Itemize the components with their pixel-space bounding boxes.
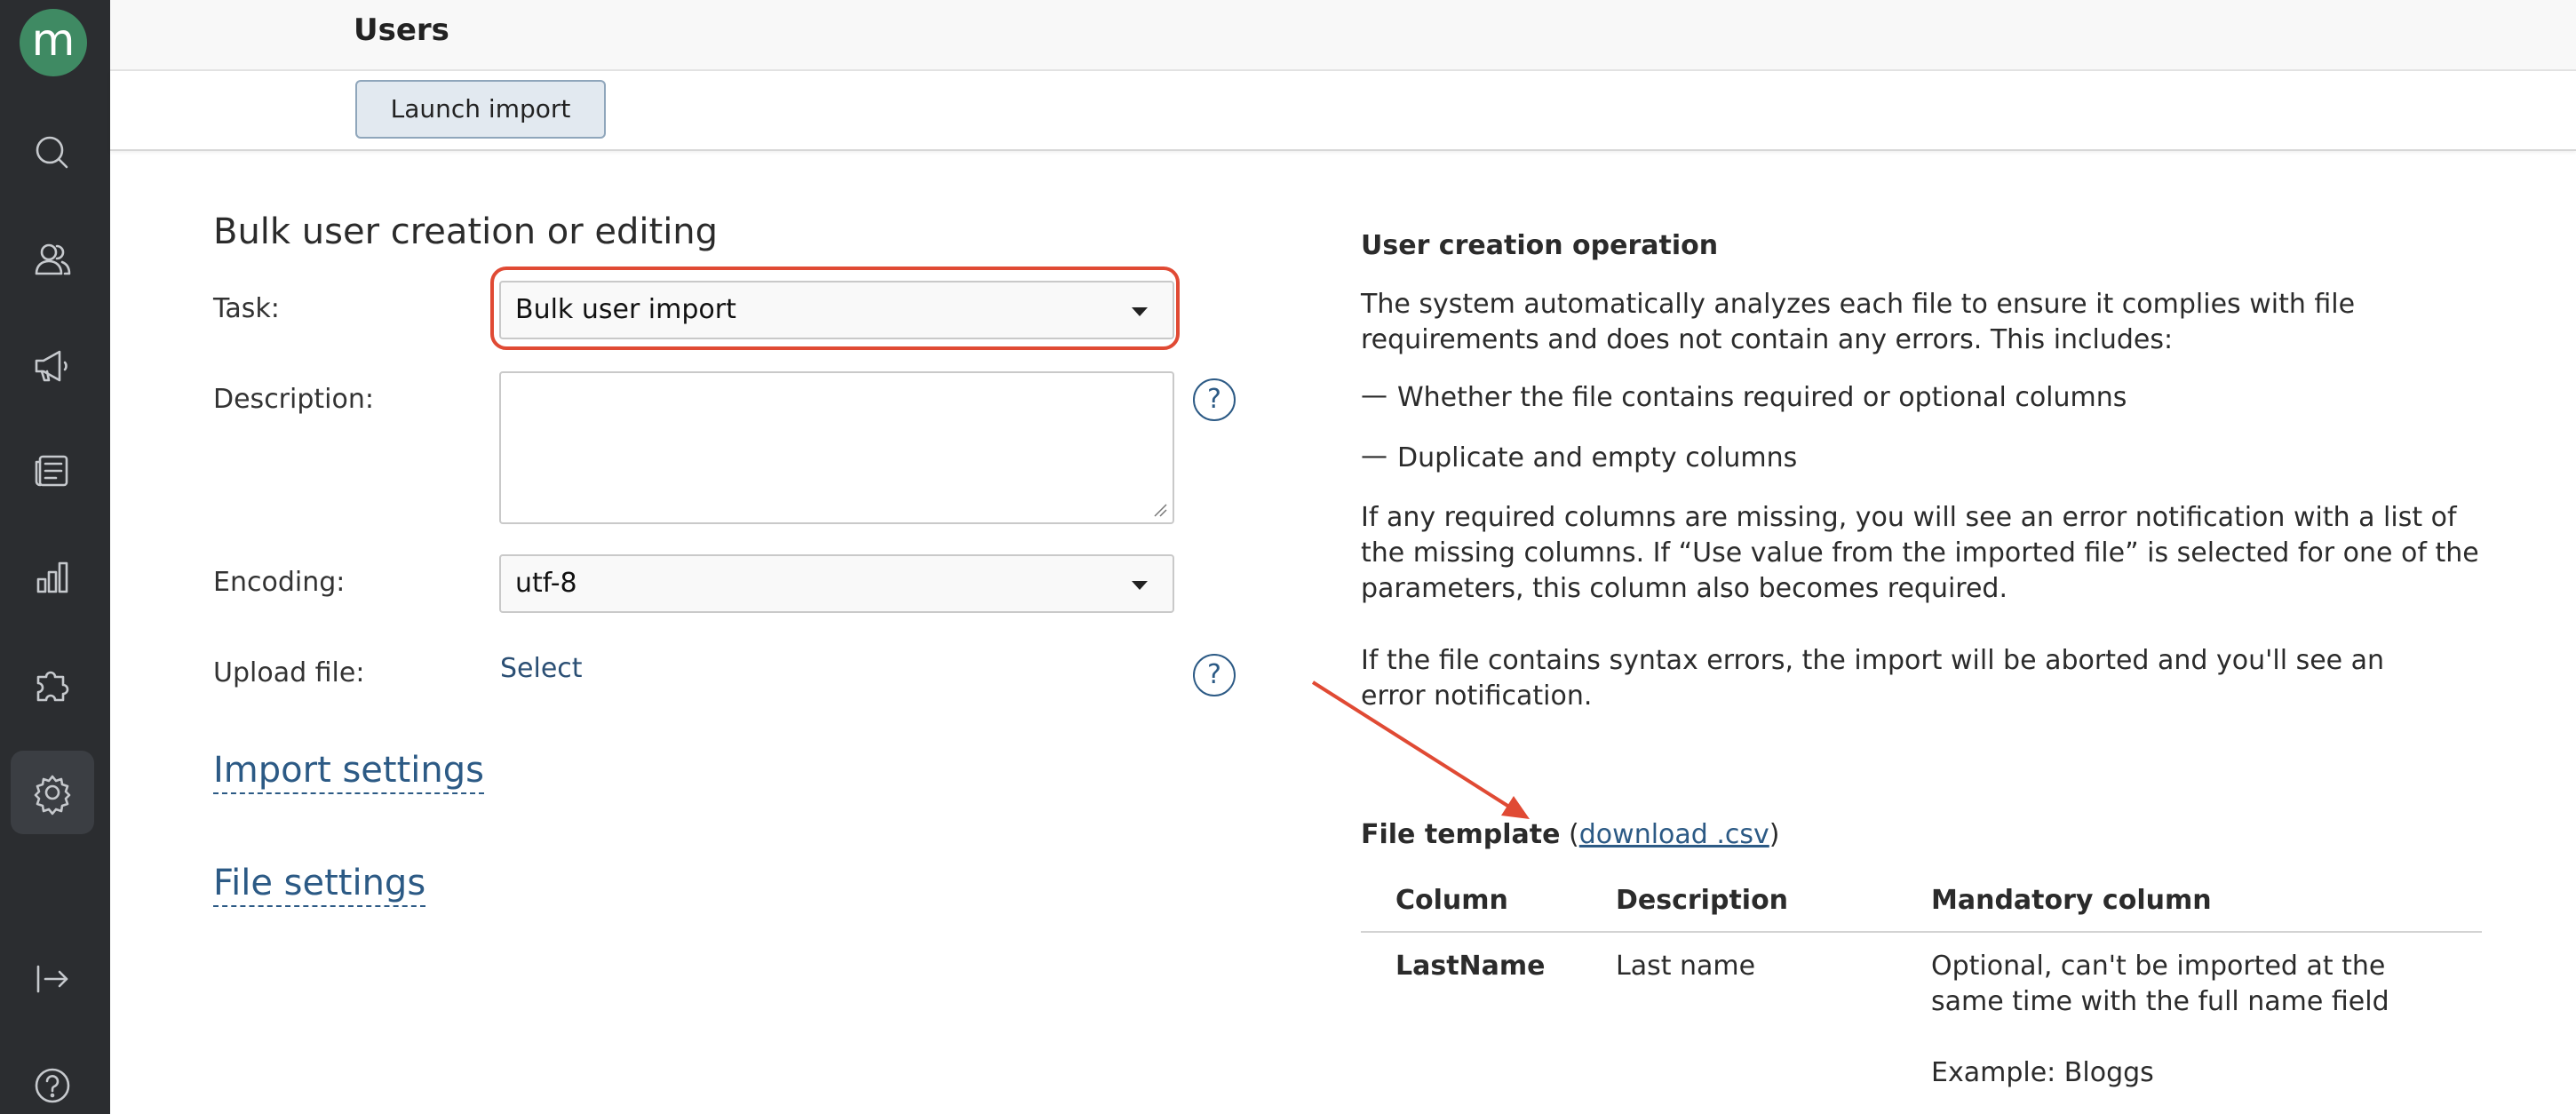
missing-columns-note: If any required columns are missing, you… xyxy=(1361,502,2479,604)
import-settings-link[interactable]: Import settings xyxy=(213,750,484,794)
description-label: Description: xyxy=(213,384,374,415)
file-template-line: File template (download .csv) xyxy=(1361,817,2489,853)
encoding-select-value: utf-8 xyxy=(515,568,577,599)
list-item: Duplicate and empty columns xyxy=(1397,442,1798,473)
sidebar-item-help[interactable] xyxy=(11,1044,94,1114)
task-label: Task: xyxy=(213,293,280,324)
page-title: Users xyxy=(354,12,449,48)
upload-file-label: Upload file: xyxy=(213,657,365,688)
info-intro: The system automatically analyzes each f… xyxy=(1361,289,2356,355)
resize-grip-icon[interactable] xyxy=(1151,501,1167,517)
table-divider xyxy=(1361,931,2482,933)
file-settings-link[interactable]: File settings xyxy=(213,863,426,907)
launch-import-button[interactable]: Launch import xyxy=(355,80,606,139)
upload-help-icon[interactable]: ? xyxy=(1193,654,1236,696)
list-item: Whether the file contains required or op… xyxy=(1397,382,2127,413)
users-icon xyxy=(35,243,71,275)
encoding-select[interactable]: utf-8 xyxy=(499,554,1174,613)
syntax-errors-note: If the file contains syntax errors, the … xyxy=(1361,645,2385,712)
puzzle-icon xyxy=(36,671,69,702)
sidebar-item-integrations[interactable] xyxy=(11,642,94,726)
help-icon xyxy=(35,1068,70,1103)
gear-icon xyxy=(34,775,71,816)
sidebar-item-search[interactable] xyxy=(11,111,94,195)
sidebar-item-announcements[interactable] xyxy=(11,324,94,408)
bullet-dash: — xyxy=(1361,441,1387,472)
table-cell-example: Example: Bloggs xyxy=(1931,1057,2154,1088)
action-bar: Launch import xyxy=(110,71,2576,151)
encoding-label: Encoding: xyxy=(213,567,346,598)
table-cell-column: LastName xyxy=(1395,951,1546,982)
news-icon xyxy=(35,455,68,487)
sidebar-item-news[interactable] xyxy=(11,429,94,513)
info-heading: User creation operation xyxy=(1361,230,1719,261)
app-logo[interactable]: m xyxy=(20,9,87,76)
table-header-column: Column xyxy=(1395,885,1508,916)
annotation-highlight xyxy=(490,267,1180,350)
bullet-dash: — xyxy=(1361,380,1387,411)
sidebar-item-users[interactable] xyxy=(11,218,94,301)
sidebar-item-logout[interactable] xyxy=(11,937,94,1021)
logout-icon xyxy=(36,965,68,993)
paren-open: ( xyxy=(1569,819,1579,850)
file-template-label: File template xyxy=(1361,819,1561,850)
chevron-down-icon xyxy=(1132,581,1148,590)
page-header: Users xyxy=(110,0,2576,71)
description-help-icon[interactable]: ? xyxy=(1193,378,1236,421)
sidebar-item-settings[interactable] xyxy=(11,751,94,834)
form-title: Bulk user creation or editing xyxy=(213,211,719,252)
search-icon xyxy=(36,136,68,169)
table-cell-description: Last name xyxy=(1616,951,1756,982)
bar-chart-icon xyxy=(36,561,68,593)
table-header-mandatory: Mandatory column xyxy=(1931,885,2212,916)
megaphone-icon xyxy=(35,350,68,382)
table-cell-mandatory: Optional, can't be imported at the same … xyxy=(1931,951,2389,1017)
description-textarea[interactable] xyxy=(499,371,1174,524)
sidebar-item-analytics[interactable] xyxy=(11,536,94,619)
paren-close: ) xyxy=(1769,819,1780,850)
sidebar: m xyxy=(0,0,110,1114)
download-csv-link[interactable]: download .csv xyxy=(1579,819,1769,850)
table-header-description: Description xyxy=(1616,885,1789,916)
select-file-link[interactable]: Select xyxy=(500,653,583,684)
